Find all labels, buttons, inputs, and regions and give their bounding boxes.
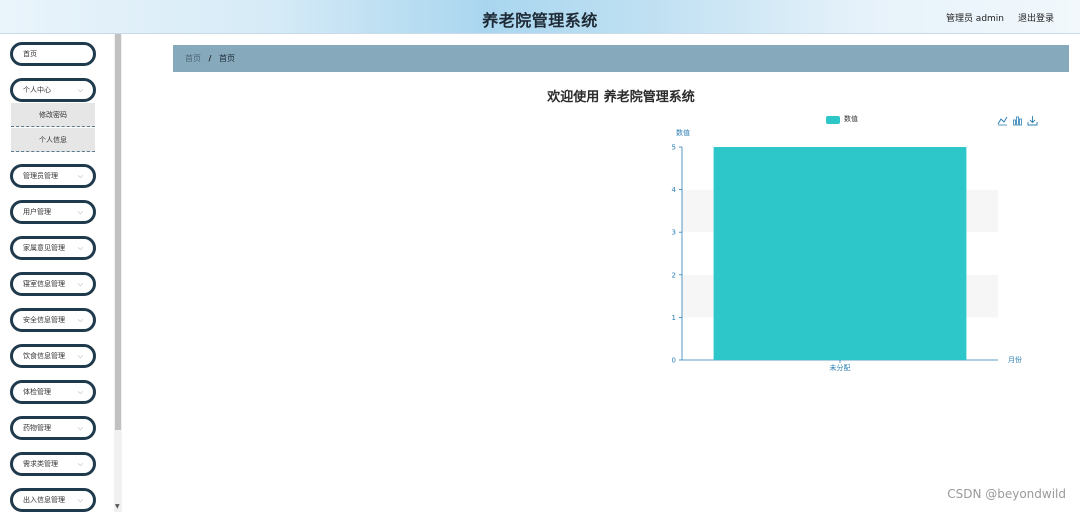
sidebar-item-label: 出入信息管理	[23, 496, 65, 504]
sidebar: 首页个人中心 ⌵ 修改密码 个人信息管理员管理 ⌵ 用户管理 ⌵ 家属意见管理 ⌵ 寝室信息管理 ⌵…	[0, 34, 114, 512]
chevron-down-icon: ⌵	[77, 424, 83, 432]
chevron-down-icon: ⌵	[77, 208, 83, 216]
breadcrumb-separator: /	[208, 54, 212, 63]
breadcrumb-home[interactable]: 首页	[185, 54, 201, 63]
sidebar-item-label: 需求类管理	[23, 460, 58, 468]
y-tick-label: 1	[672, 314, 676, 322]
sidebar-item-label: 首页	[23, 50, 37, 58]
chevron-down-icon: ⌵	[77, 86, 83, 94]
logout-link[interactable]: 退出登录	[1018, 11, 1054, 24]
chevron-down-icon: ⌵	[77, 388, 83, 396]
sidebar-item[interactable]: 体检管理 ⌵	[10, 380, 96, 404]
chevron-down-icon: ⌵	[77, 172, 83, 180]
y-tick-label: 5	[672, 144, 676, 152]
sidebar-item-label: 药物管理	[23, 424, 51, 432]
sidebar-scrollbar[interactable]: ▼	[114, 34, 122, 512]
sidebar-item[interactable]: 管理员管理 ⌵	[10, 164, 96, 188]
welcome-heading: 欢迎使用 养老院管理系统	[547, 90, 695, 105]
top-header: 养老院管理系统 管理员 admin 退出登录	[0, 0, 1080, 34]
sidebar-item[interactable]: 用户管理 ⌵	[10, 200, 96, 224]
sidebar-item[interactable]: 个人中心 ⌵	[10, 78, 96, 102]
y-axis-label: 数值	[676, 128, 690, 137]
sidebar-item[interactable]: 饮食信息管理 ⌵	[10, 344, 96, 368]
scroll-down-icon[interactable]: ▼	[115, 503, 120, 510]
y-tick-label: 4	[672, 186, 677, 194]
chevron-down-icon: ⌵	[77, 316, 83, 324]
sidebar-item[interactable]: 药物管理 ⌵	[10, 416, 96, 440]
y-tick-label: 0	[672, 357, 676, 365]
bar-chart: 0 1 2 3 4 5数值月份未分配	[672, 128, 1022, 372]
sidebar-item-label: 管理员管理	[23, 172, 58, 180]
sidebar-item-label: 个人中心	[23, 86, 51, 94]
breadcrumb: 首页 / 首页	[173, 45, 1069, 72]
chevron-down-icon: ⌵	[77, 244, 83, 252]
x-axis-label: 月份	[1008, 355, 1022, 364]
chevron-down-icon: ⌵	[77, 280, 83, 288]
sidebar-item[interactable]: 安全信息管理 ⌵	[10, 308, 96, 332]
current-user: 管理员 admin	[945, 14, 1004, 24]
bar	[713, 147, 967, 360]
sidebar-item-label: 家属意见管理	[23, 244, 65, 252]
sidebar-item-label: 饮食信息管理	[23, 352, 65, 360]
y-tick-label: 3	[672, 229, 676, 237]
sidebar-item[interactable]: 家属意见管理 ⌵	[10, 236, 96, 260]
sidebar-item[interactable]: 首页	[10, 42, 96, 66]
chevron-down-icon: ⌵	[77, 352, 83, 360]
y-tick-label: 2	[672, 271, 676, 279]
sidebar-item-label: 体检管理	[23, 388, 51, 396]
watermark: CSDN @beyondwild	[947, 487, 1066, 501]
sidebar-item-label: 用户管理	[23, 208, 51, 216]
sidebar-item-label: 寝室信息管理	[23, 280, 65, 288]
sidebar-item[interactable]: 出入信息管理 ⌵	[10, 488, 96, 512]
x-tick-label: 未分配	[830, 363, 851, 372]
sidebar-subitem[interactable]: 个人信息	[11, 128, 95, 152]
sidebar-subitem[interactable]: 修改密码	[11, 103, 95, 127]
chevron-down-icon: ⌵	[77, 496, 83, 504]
app-title: 养老院管理系统	[482, 11, 598, 30]
breadcrumb-current: 首页	[219, 54, 236, 63]
scrollbar-thumb[interactable]	[115, 34, 121, 430]
sidebar-item-label: 安全信息管理	[23, 316, 65, 324]
sidebar-item[interactable]: 寝室信息管理 ⌵	[10, 272, 96, 296]
sidebar-item[interactable]: 需求类管理 ⌵	[10, 452, 96, 476]
chevron-down-icon: ⌵	[77, 460, 83, 468]
